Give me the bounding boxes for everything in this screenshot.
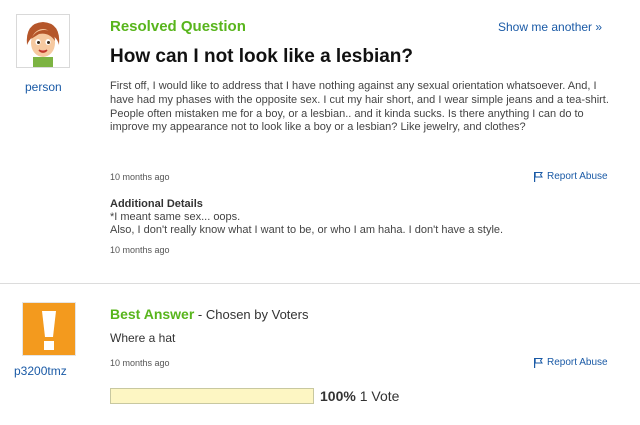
vote-progress-fill bbox=[111, 389, 313, 403]
vote-summary: 100% 1 Vote bbox=[320, 388, 399, 404]
show-another-link[interactable]: Show me another » bbox=[498, 20, 602, 34]
answer-body: Where a hat bbox=[110, 331, 176, 345]
best-answer-heading: Best Answer - Chosen by Voters bbox=[110, 306, 308, 322]
answer-report-abuse-link[interactable]: Report Abuse bbox=[533, 357, 608, 368]
additional-details-heading: Additional Details bbox=[110, 198, 203, 210]
question-timestamp: 10 months ago bbox=[110, 172, 170, 182]
chosen-by-text: - Chosen by Voters bbox=[194, 307, 309, 322]
answerer-avatar[interactable] bbox=[22, 302, 76, 356]
vote-percent: 100% bbox=[320, 388, 356, 404]
flag-icon bbox=[534, 357, 543, 368]
question-title: How can I not look like a lesbian? bbox=[110, 46, 414, 67]
report-abuse-label: Report Abuse bbox=[547, 357, 608, 368]
answerer-username-link[interactable]: p3200tmz bbox=[14, 364, 67, 378]
asker-avatar[interactable] bbox=[16, 14, 70, 68]
additional-details-timestamp: 10 months ago bbox=[110, 245, 170, 255]
exclamation-avatar-icon bbox=[23, 303, 75, 355]
question-status: Resolved Question bbox=[110, 18, 246, 35]
question-body: First off, I would like to address that … bbox=[110, 80, 609, 134]
vote-count: 1 Vote bbox=[359, 388, 400, 404]
asker-username-link[interactable]: person bbox=[25, 80, 62, 94]
vote-progress-bar bbox=[110, 388, 314, 404]
flag-icon bbox=[534, 171, 543, 182]
additional-details-line: *I meant same sex... oops. bbox=[110, 211, 241, 223]
report-abuse-label: Report Abuse bbox=[547, 171, 608, 182]
section-divider bbox=[0, 283, 640, 284]
cartoon-girl-avatar-icon bbox=[17, 15, 69, 67]
additional-details-line: Also, I don't really know what I want to… bbox=[110, 224, 504, 236]
question-report-abuse-link[interactable]: Report Abuse bbox=[533, 171, 608, 182]
additional-details-body: *I meant same sex... oops. Also, I don't… bbox=[110, 211, 615, 237]
answer-timestamp: 10 months ago bbox=[110, 358, 170, 368]
best-answer-label: Best Answer bbox=[110, 306, 195, 322]
